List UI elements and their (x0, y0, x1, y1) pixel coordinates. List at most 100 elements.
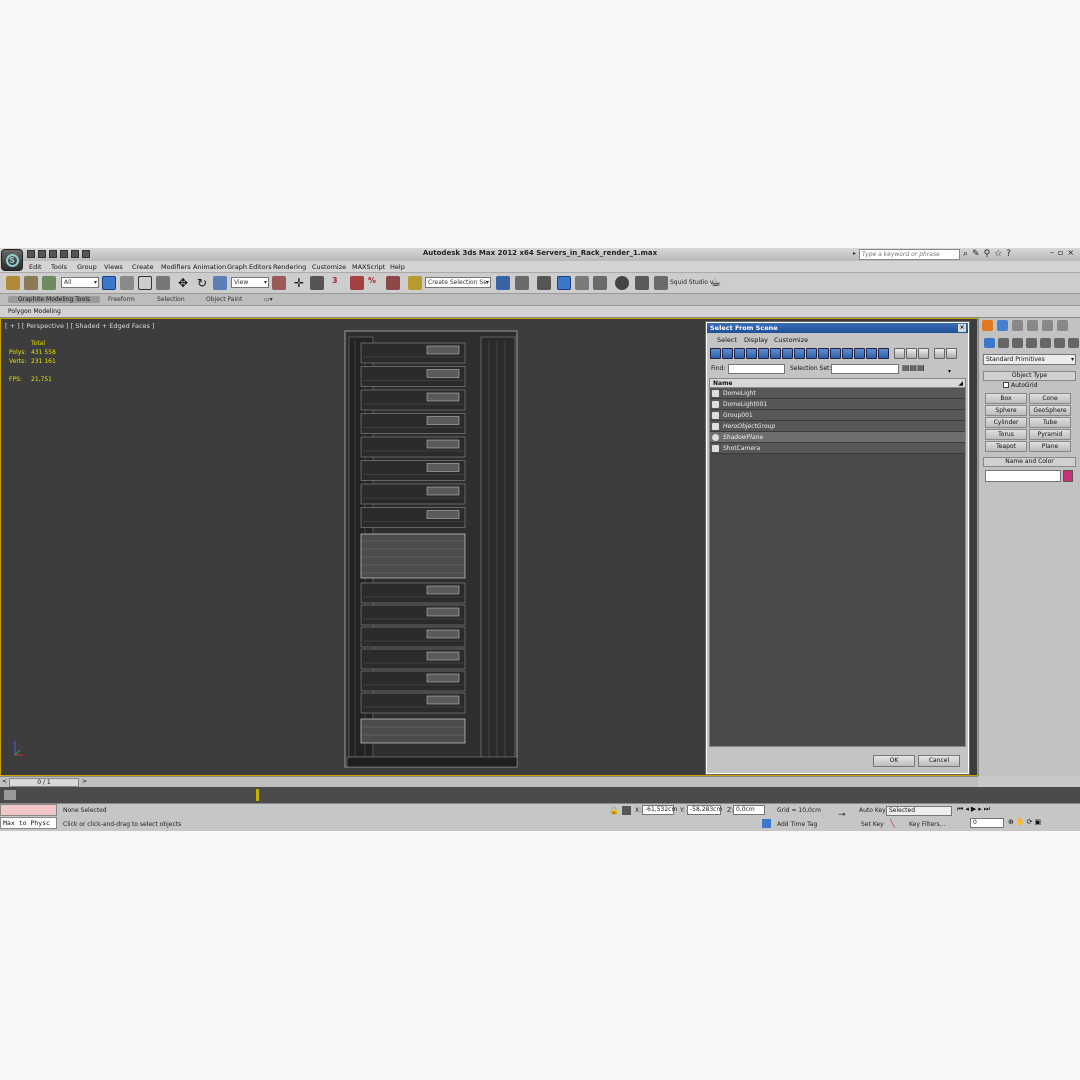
keyboard-shortcut-icon[interactable] (310, 276, 324, 290)
key-icon[interactable]: ⊸ (838, 810, 846, 820)
filter-options-icon[interactable] (946, 348, 957, 359)
list-item[interactable]: Group001 (710, 410, 965, 421)
menu-customize[interactable]: Customize (312, 263, 346, 271)
z-coord-input[interactable]: 0,0cm (733, 805, 765, 815)
column-sort-icon[interactable]: ◢ (958, 379, 963, 388)
name-column-header[interactable]: Name ◢ (710, 379, 965, 388)
pivot-icon[interactable] (272, 276, 286, 290)
studio-label[interactable]: Squid Studio v (670, 279, 713, 286)
display-cameras-icon[interactable] (746, 348, 757, 359)
dialog-menu-display[interactable]: Display (744, 336, 768, 344)
layer-manager-icon[interactable] (537, 276, 551, 290)
display-xrefs-icon[interactable] (794, 348, 805, 359)
select-manipulate-icon[interactable]: ✛ (292, 276, 306, 290)
selection-set-dropdown[interactable] (831, 364, 899, 374)
previous-frame-icon[interactable]: ◂ (965, 805, 969, 814)
search-input[interactable]: Type a keyword or phrase (859, 249, 960, 260)
display-all-icon[interactable] (854, 348, 865, 359)
bind-space-warp-icon[interactable] (42, 276, 56, 290)
x-coord-input[interactable]: -61,532cm (642, 805, 677, 815)
pyramid-button[interactable]: Pyramid (1029, 429, 1071, 440)
selection-set-tools-icon[interactable]: ▤▤▤ (902, 363, 925, 372)
plane-button[interactable]: Plane (1029, 441, 1071, 452)
cameras-category-icon[interactable] (1026, 338, 1037, 348)
ok-button[interactable]: OK (873, 755, 915, 767)
shapes-category-icon[interactable] (998, 338, 1009, 348)
graphite-toggle-icon[interactable] (557, 276, 571, 290)
orbit-icon[interactable]: ⟳ (1027, 818, 1033, 826)
align-icon[interactable] (515, 276, 529, 290)
restore-icon[interactable]: ▫ (1058, 248, 1063, 257)
display-groups-icon[interactable] (782, 348, 793, 359)
tab-freeform[interactable]: Freeform (108, 296, 135, 303)
polygon-modeling-panel[interactable]: Polygon Modeling (8, 308, 61, 315)
menu-graph-editors[interactable]: Graph Editors (227, 263, 272, 271)
go-to-end-icon[interactable]: ⏭ (984, 805, 990, 814)
list-item[interactable]: DomeLight001 (710, 399, 965, 410)
display-bones-icon[interactable] (806, 348, 817, 359)
close-icon[interactable]: × (1067, 248, 1074, 257)
teapot-button[interactable]: Teapot (985, 441, 1027, 452)
edit-named-selection-icon[interactable] (408, 276, 422, 290)
dialog-close-icon[interactable]: × (958, 324, 966, 332)
autogrid-checkbox[interactable]: AutoGrid (1003, 382, 1038, 389)
key-filters-button[interactable]: Key Filters... (909, 821, 946, 828)
name-and-color-rollout[interactable]: Name and Color (983, 457, 1076, 467)
menu-maxscript[interactable]: MAXScript (352, 263, 385, 271)
display-shapes-icon[interactable] (722, 348, 733, 359)
mini-curve-editor-icon[interactable] (4, 790, 16, 800)
sphere-button[interactable]: Sphere (985, 405, 1027, 416)
add-time-tag-button[interactable]: Add Time Tag (777, 821, 817, 828)
list-item[interactable]: ShadowPlane (710, 432, 965, 443)
menu-rendering[interactable]: Rendering (273, 263, 306, 271)
motion-tab-icon[interactable] (1027, 320, 1038, 331)
move-icon[interactable]: ✥ (176, 276, 190, 290)
favorites-icon[interactable]: ☆ (994, 249, 1002, 259)
menu-tools[interactable]: Tools (51, 263, 67, 271)
rotate-icon[interactable]: ↻ (195, 276, 209, 290)
cylinder-button[interactable]: Cylinder (985, 417, 1027, 428)
ribbon-options-icon[interactable]: ▭▾ (264, 296, 273, 303)
spinner-snap-icon[interactable] (386, 276, 400, 290)
menu-group[interactable]: Group (77, 263, 97, 271)
space-warps-category-icon[interactable] (1054, 338, 1065, 348)
list-item[interactable]: DomeLight (710, 388, 965, 399)
tab-object-paint[interactable]: Object Paint (206, 296, 242, 303)
pan-icon[interactable]: ✋ (1016, 818, 1025, 826)
menu-create[interactable]: Create (132, 263, 154, 271)
curve-editor-icon[interactable] (575, 276, 589, 290)
display-none-icon[interactable] (866, 348, 877, 359)
snap-toggle-icon[interactable]: 3 (332, 276, 346, 290)
cancel-button[interactable]: Cancel (918, 755, 960, 767)
select-by-name-icon[interactable] (120, 276, 134, 290)
list-item[interactable]: ShotCamera (710, 443, 965, 454)
minimize-icon[interactable]: – (1050, 248, 1054, 257)
find-input[interactable] (728, 364, 785, 374)
mirror-icon[interactable] (496, 276, 510, 290)
subscription-icon[interactable]: ✎ (972, 249, 980, 259)
list-view-icon[interactable] (894, 348, 905, 359)
set-key-button[interactable]: Set Key (861, 821, 884, 828)
menu-help[interactable]: Help (390, 263, 405, 271)
scene-object-list[interactable]: Name ◢ DomeLight DomeLight001 Group001 H… (709, 378, 966, 747)
menu-modifiers[interactable]: Modifiers (161, 263, 191, 271)
reference-coordinate-dropdown[interactable]: View (231, 277, 269, 288)
display-containers-icon[interactable] (818, 348, 829, 359)
maximize-viewport-icon[interactable]: ▣ (1034, 818, 1041, 826)
dialog-menu-customize[interactable]: Customize (774, 336, 808, 344)
object-color-swatch[interactable] (1063, 470, 1073, 482)
primitive-category-dropdown[interactable]: Standard Primitives (983, 354, 1076, 365)
cone-button[interactable]: Cone (1029, 393, 1071, 404)
object-name-input[interactable] (985, 470, 1061, 482)
schematic-view-icon[interactable] (593, 276, 607, 290)
layer-view-icon[interactable] (918, 348, 929, 359)
time-slider[interactable]: < 0 / 1 > (0, 776, 978, 787)
default-tangent-icon[interactable]: ╲ (890, 819, 895, 828)
display-hidden-icon[interactable] (842, 348, 853, 359)
geometry-category-icon[interactable] (984, 338, 995, 348)
rectangular-selection-icon[interactable] (138, 276, 152, 290)
scale-icon[interactable] (213, 276, 227, 290)
track-bar[interactable] (0, 787, 1080, 803)
maxscript-listener-output[interactable] (0, 804, 57, 816)
time-prev-icon[interactable]: < (2, 778, 7, 785)
